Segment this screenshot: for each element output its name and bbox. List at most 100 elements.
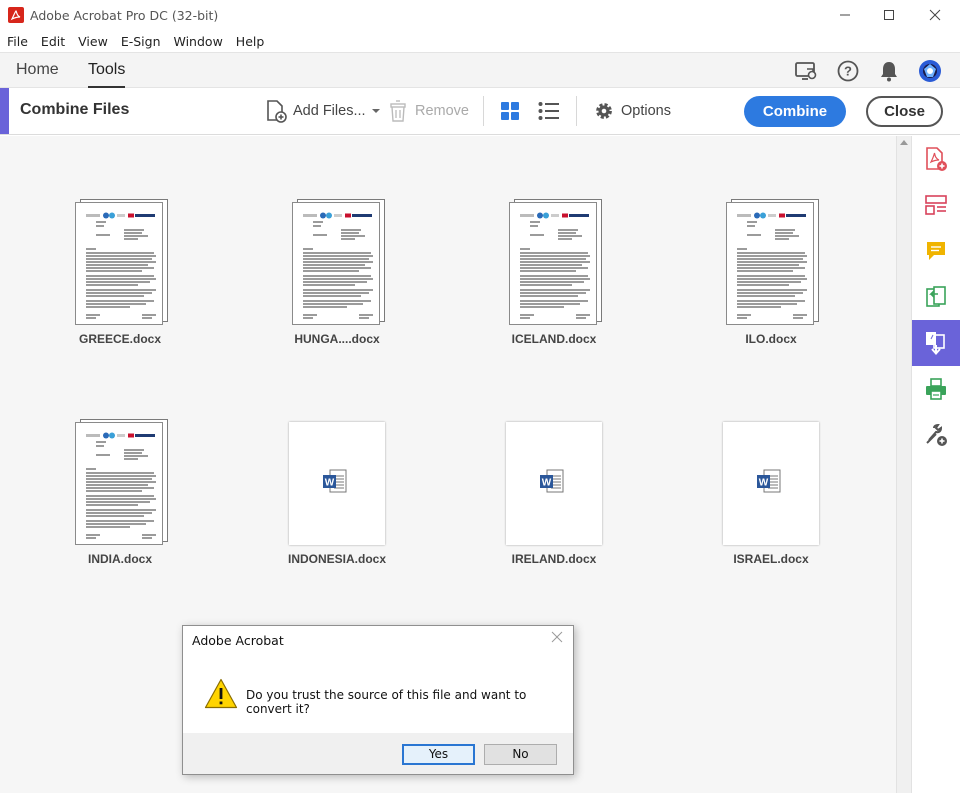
user-avatar[interactable]: [918, 59, 942, 83]
text-line: [86, 515, 144, 517]
text-line: [86, 520, 154, 522]
export-pdf-icon[interactable]: [912, 274, 960, 320]
close-tool-button[interactable]: Close: [866, 96, 943, 127]
text-line: [86, 281, 150, 283]
file-tile[interactable]: W ISRAEL.docx: [691, 418, 851, 568]
file-tile[interactable]: W INDONESIA.docx: [257, 418, 417, 568]
text-line: [737, 264, 799, 266]
text-line: [530, 234, 544, 236]
text-line: [96, 225, 104, 227]
text-line: [86, 534, 100, 536]
menu-window[interactable]: Window: [167, 34, 229, 49]
notifications-bell-icon[interactable]: [877, 59, 901, 83]
create-pdf-icon[interactable]: [912, 136, 960, 182]
menu-esign[interactable]: E-Sign: [114, 34, 167, 49]
text-line: [86, 495, 154, 497]
text-line: [576, 314, 590, 316]
text-line: [520, 289, 590, 291]
dialog-title: Adobe Acrobat: [192, 633, 284, 648]
text-line: [737, 300, 805, 302]
text-line: [86, 509, 156, 511]
text-line: [303, 252, 371, 254]
combine-button[interactable]: Combine: [744, 96, 846, 127]
file-tile[interactable]: INDIA.docx: [40, 418, 200, 568]
text-line: [86, 490, 142, 492]
tab-tools[interactable]: Tools: [88, 53, 126, 88]
text-line: [86, 472, 154, 474]
scroll-up-arrow-icon[interactable]: [900, 140, 908, 145]
remove-button[interactable]: Remove: [388, 99, 469, 123]
page-preview: W: [506, 422, 602, 545]
text-line: [96, 234, 110, 236]
dialog-close-icon[interactable]: [551, 630, 563, 646]
file-tile[interactable]: GREECE.docx: [40, 198, 200, 348]
text-line: [303, 284, 355, 286]
options-button[interactable]: Options: [594, 99, 671, 123]
text-line: [520, 267, 588, 269]
text-line: [303, 300, 371, 302]
text-line: [303, 261, 373, 263]
text-line: [775, 238, 789, 240]
more-tools-icon[interactable]: [912, 412, 960, 458]
file-tile[interactable]: ILO.docx: [691, 198, 851, 348]
list-view-button[interactable]: [538, 99, 560, 123]
grid-view-button[interactable]: [500, 99, 520, 123]
no-button[interactable]: No: [484, 744, 557, 765]
close-window-button[interactable]: [912, 0, 958, 30]
right-tools-panel: [911, 136, 960, 793]
toolbar-divider: [576, 96, 577, 126]
menu-file[interactable]: File: [0, 34, 34, 49]
text-line: [142, 534, 156, 536]
text-line: [124, 229, 144, 231]
toolbar-divider: [483, 96, 484, 126]
file-tile[interactable]: ICELAND.docx: [474, 198, 634, 348]
text-line: [303, 278, 373, 280]
menu-edit[interactable]: Edit: [34, 34, 71, 49]
title-bar: Adobe Acrobat Pro DC (32-bit): [0, 0, 960, 30]
text-line: [520, 303, 580, 305]
text-line: [142, 317, 152, 319]
file-name: INDIA.docx: [87, 552, 152, 566]
text-line: [520, 275, 588, 277]
tab-home[interactable]: Home: [16, 53, 59, 88]
text-line: [303, 292, 369, 294]
text-line: [86, 498, 156, 500]
text-line: [86, 270, 142, 272]
text-line: [793, 317, 803, 319]
page-preview: [509, 202, 597, 325]
menu-help[interactable]: Help: [229, 34, 271, 49]
text-line: [520, 317, 530, 319]
vertical-scrollbar[interactable]: [896, 136, 911, 793]
combine-files-icon[interactable]: [912, 320, 960, 366]
text-line: [86, 317, 96, 319]
file-tile[interactable]: HUNGA....docx: [257, 198, 417, 348]
add-files-button[interactable]: Add Files...: [264, 99, 381, 123]
organize-pages-icon[interactable]: [912, 182, 960, 228]
minimize-button[interactable]: [822, 0, 868, 30]
text-line: [86, 267, 154, 269]
menu-view[interactable]: View: [71, 34, 114, 49]
text-line: [86, 481, 156, 483]
options-label: Options: [621, 103, 671, 119]
text-line: [558, 235, 582, 237]
acrobat-logo-icon: [8, 7, 24, 23]
text-line: [520, 281, 584, 283]
text-line: [520, 264, 582, 266]
print-production-icon[interactable]: [912, 366, 960, 412]
text-line: [775, 235, 799, 237]
yes-button[interactable]: Yes: [402, 744, 475, 765]
trust-source-dialog: Adobe Acrobat Do you trust the source of…: [182, 625, 574, 775]
text-line: [303, 314, 317, 316]
text-line: [86, 258, 152, 260]
word-document-icon: W: [757, 469, 781, 493]
share-screen-icon[interactable]: [794, 59, 818, 83]
file-tile[interactable]: W IRELAND.docx: [474, 418, 634, 568]
text-line: [303, 281, 367, 283]
text-line: [86, 252, 154, 254]
help-icon[interactable]: ?: [836, 59, 860, 83]
text-line: [86, 295, 144, 297]
maximize-button[interactable]: [866, 0, 912, 30]
comment-icon[interactable]: [912, 228, 960, 274]
text-line: [520, 284, 572, 286]
warning-icon: [204, 678, 238, 714]
